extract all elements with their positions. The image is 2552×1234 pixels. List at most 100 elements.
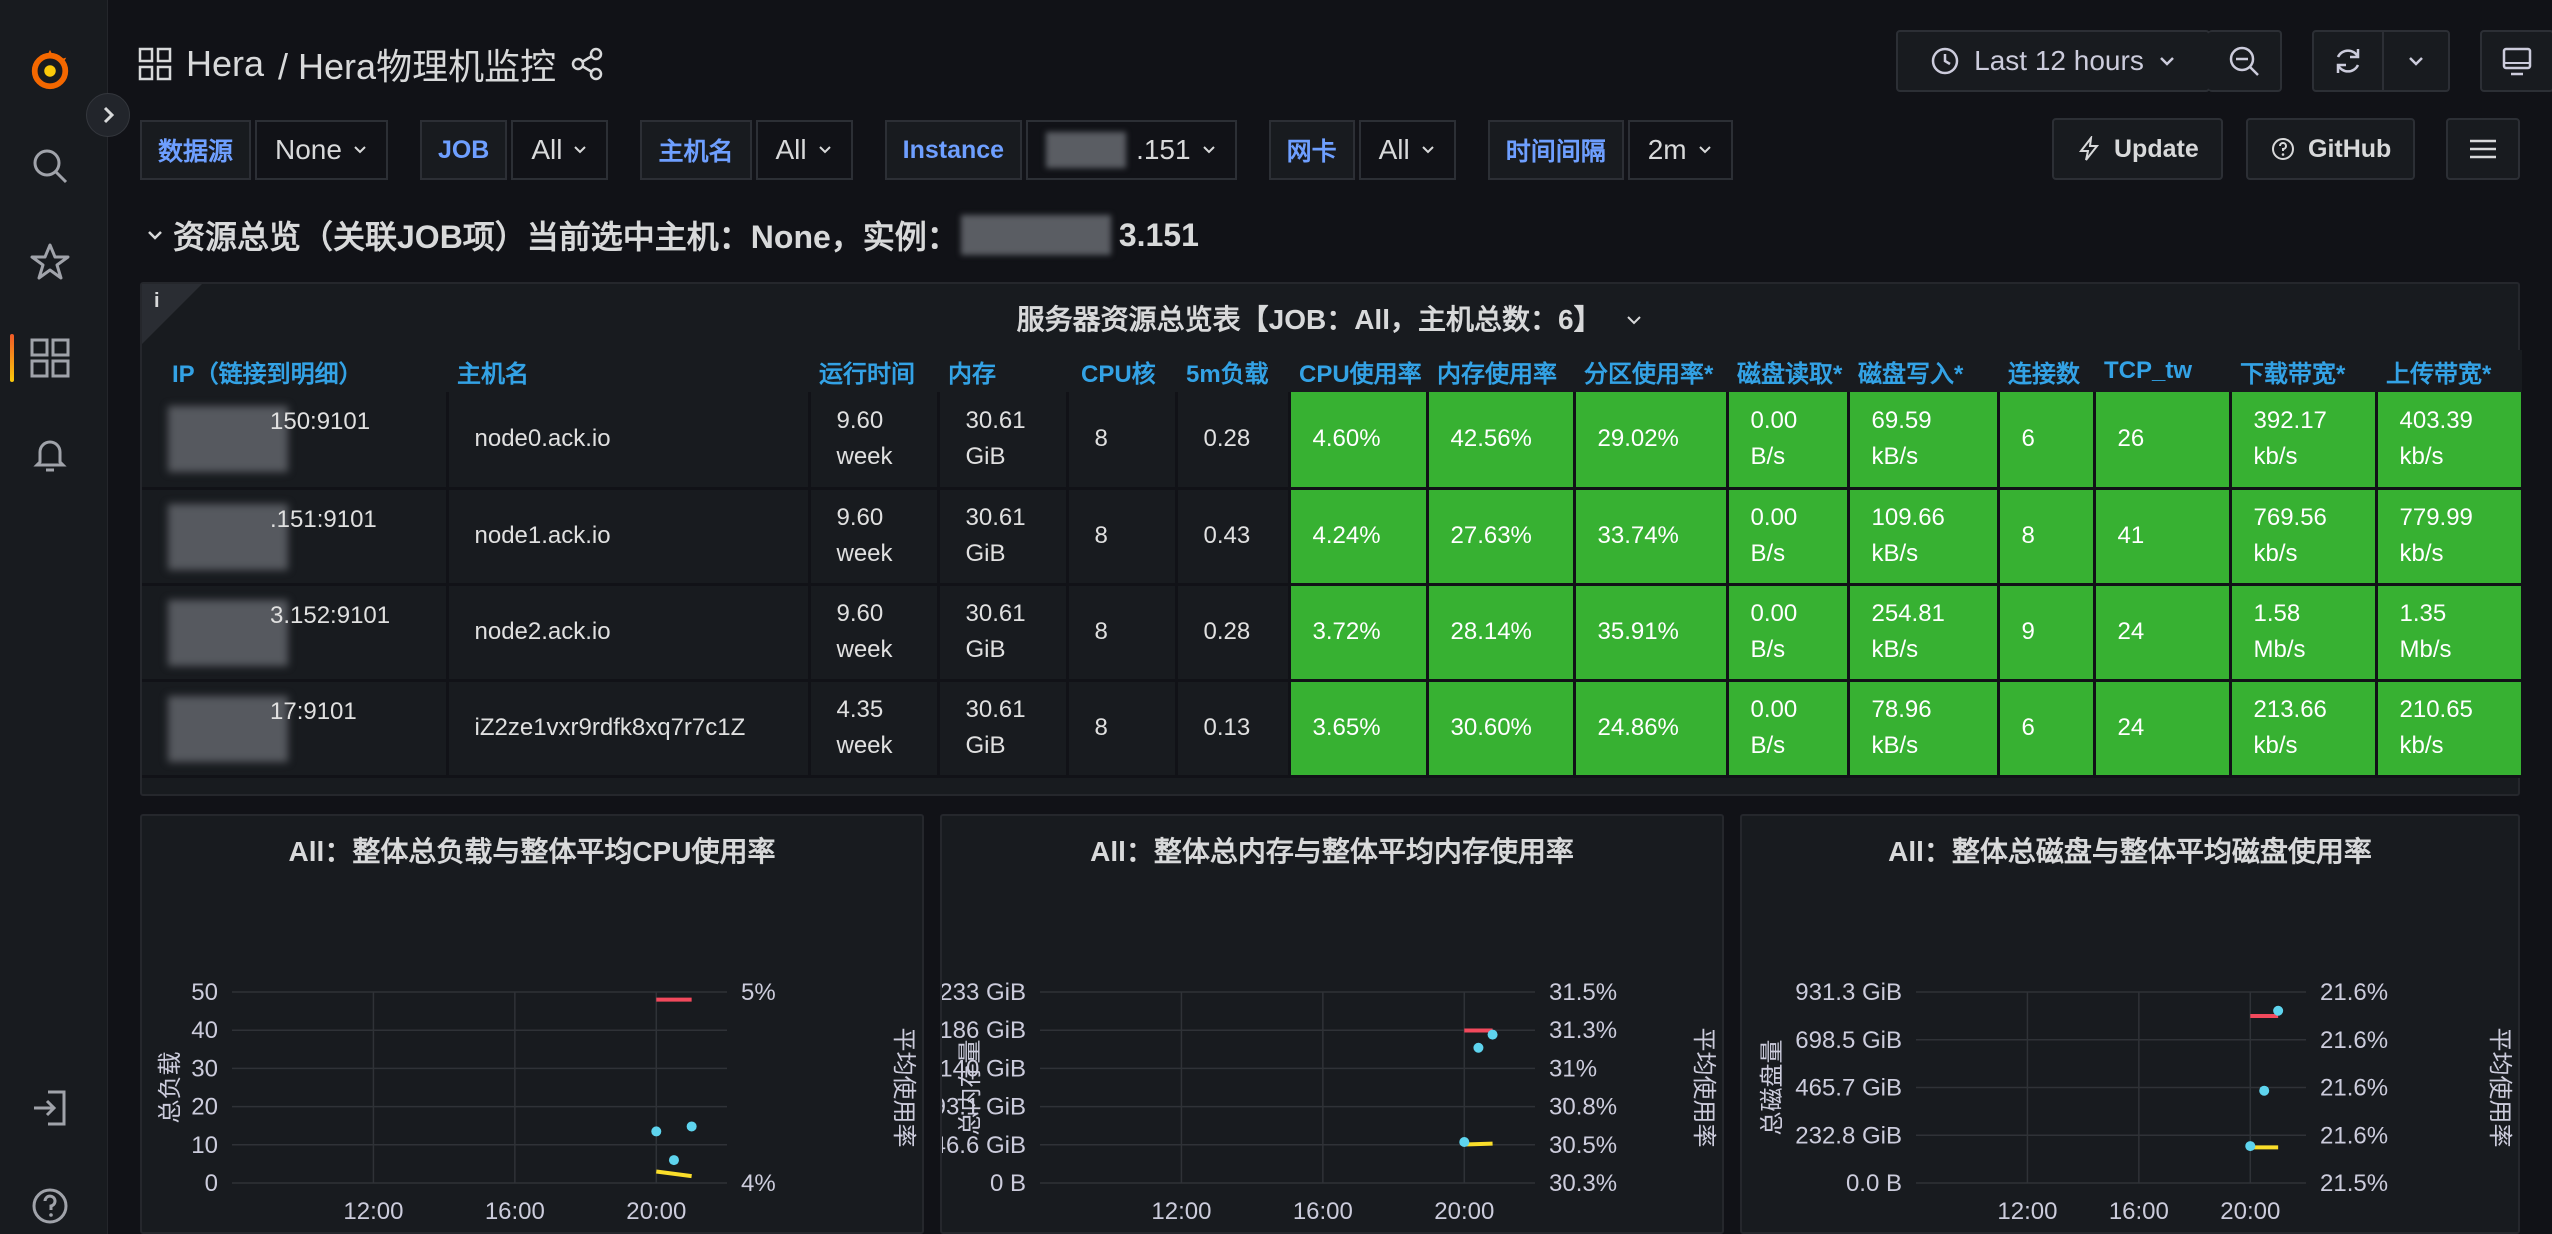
cell-value: 30.61 <box>965 504 1026 531</box>
cell-unit: B/s <box>1750 732 1786 759</box>
cell-mem_pct: 28.14% <box>1427 584 1576 682</box>
dashboard-grid-icon <box>138 47 172 81</box>
cell-value: 8 <box>1094 714 1108 741</box>
cell-conn: 8 <box>1998 488 2096 586</box>
cell-value: 41 <box>2117 522 2145 549</box>
col-header[interactable]: 连接数 <box>1998 350 2094 392</box>
search-icon[interactable] <box>28 144 72 188</box>
col-header[interactable]: 内存使用率 <box>1427 350 1574 392</box>
refresh-interval-dropdown[interactable] <box>2384 32 2448 90</box>
cell-mem: 30.61 GiB <box>938 392 1069 490</box>
cell-rd: 0.00 B/s <box>1727 488 1850 586</box>
col-header[interactable]: 磁盘读取* <box>1727 350 1848 392</box>
ip-link-cell[interactable]: .151:9101 <box>142 488 449 586</box>
y-axis-label: 总负载 <box>157 1052 184 1124</box>
cell-value: 0.28 <box>1203 425 1251 453</box>
tv-mode-button[interactable] <box>2482 32 2552 90</box>
cell-value: 69.59 <box>1871 407 1932 435</box>
y2-tick-label: 5% <box>741 979 776 1006</box>
dashboard-title[interactable]: / Hera物理机监控 <box>278 38 556 90</box>
dashboards-icon[interactable] <box>28 336 72 380</box>
data-point <box>1473 1042 1484 1053</box>
ip-link-cell[interactable]: 150:9101 <box>142 392 449 490</box>
chevron-down-icon <box>1421 146 1434 154</box>
col-header[interactable]: CPU使用率 <box>1289 350 1427 392</box>
cell-value: node0.ack.io <box>474 425 611 453</box>
ip-text[interactable]: .151:9101 <box>270 506 377 533</box>
cell-value: 33.74% <box>1597 522 1679 549</box>
zoom-out-button[interactable] <box>2208 32 2280 90</box>
y2-tick-label: 21.6% <box>2320 1075 2388 1102</box>
var-select-nic[interactable]: All <box>1358 120 1456 180</box>
cell-wr: 109.66 kB/s <box>1848 488 2000 586</box>
server-overview-table-panel: i 服务器资源总览表【JOB：All，主机总数：6】 IP（链接到明细） 主机名… <box>140 282 2524 796</box>
github-button[interactable]: GitHub <box>2246 118 2416 180</box>
cell-value: 0.00 <box>1750 600 1798 627</box>
var-value: All <box>775 134 807 165</box>
var-select-hostname[interactable]: All <box>755 120 853 180</box>
cell-value: 213.66 <box>2253 696 2327 723</box>
col-header[interactable]: 下载带宽* <box>2230 350 2376 392</box>
cell-unit: GiB <box>965 732 1006 759</box>
cell-value: 779.99 <box>2399 504 2473 531</box>
cell-tw: 24 <box>2094 680 2232 778</box>
cell-value: 26 <box>2117 425 2145 453</box>
var-select-job[interactable]: All <box>511 120 609 180</box>
help-icon[interactable] <box>28 1184 72 1228</box>
cell-value: 0.13 <box>1203 714 1251 741</box>
cell-value: 1.58 <box>2253 600 2301 627</box>
refresh-button[interactable] <box>2314 32 2384 90</box>
cell-value: 392.17 <box>2253 407 2327 435</box>
col-header[interactable]: TCP_tw <box>2094 350 2230 392</box>
ip-link-cell[interactable]: 17:9101 <box>142 680 449 778</box>
y-tick-label: 10 <box>191 1132 218 1159</box>
ip-link-cell[interactable]: 3.152:9101 <box>142 584 449 682</box>
cell-rd: 0.00 B/s <box>1727 584 1850 682</box>
cell-ul: 779.99 kb/s <box>2376 488 2524 586</box>
breadcrumb-folder[interactable]: Hera <box>186 43 264 85</box>
row-title-instance: 3.151 <box>1118 216 1199 253</box>
menu-button[interactable] <box>2446 118 2520 180</box>
col-header[interactable]: 内存 <box>938 350 1067 392</box>
var-label-datasource: 数据源 <box>140 120 252 180</box>
cell-value: 24 <box>2117 714 2145 741</box>
y-tick-label: 20 <box>191 1094 218 1121</box>
ip-text[interactable]: 17:9101 <box>270 698 357 725</box>
sidebar <box>0 0 108 1234</box>
sign-in-icon[interactable] <box>28 1086 72 1130</box>
update-button[interactable]: Update <box>2052 118 2223 180</box>
table-panel-title[interactable]: 服务器资源总览表【JOB：All，主机总数：6】 <box>142 298 2518 338</box>
grafana-logo-icon[interactable] <box>28 48 72 92</box>
col-header[interactable]: 5m负载 <box>1176 350 1289 392</box>
col-header[interactable]: 主机名 <box>447 350 809 392</box>
cell-uptime: 9.60 week <box>809 488 940 586</box>
var-select-datasource[interactable]: None <box>255 120 388 180</box>
var-select-interval[interactable]: 2m <box>1627 120 1733 180</box>
cell-unit: Mb/s <box>2399 636 2452 663</box>
cell-conn: 6 <box>1998 680 2096 778</box>
var-select-instance[interactable]: .151 <box>1026 120 1237 180</box>
cell-unit: kB/s <box>1871 636 1919 663</box>
alerting-bell-icon[interactable] <box>28 432 72 476</box>
cell-value: 24.86% <box>1597 714 1679 741</box>
y-tick-label: 232.8 GiB <box>1795 1122 1902 1149</box>
col-header[interactable]: CPU核 <box>1067 350 1176 392</box>
row-header[interactable]: 资源总览（关联JOB项）当前选中主机：None，实例： 3.151 <box>145 212 1199 258</box>
share-icon[interactable] <box>570 47 604 81</box>
ip-text[interactable]: 150:9101 <box>270 408 370 435</box>
col-header[interactable]: 磁盘写入* <box>1848 350 1998 392</box>
time-range-picker[interactable]: Last 12 hours <box>1898 32 2208 90</box>
col-header[interactable]: 上传带宽* <box>2376 350 2522 392</box>
cell-value: 9 <box>2021 618 2035 645</box>
cell-value: 3.65% <box>1312 714 1381 741</box>
starred-icon[interactable] <box>28 240 72 284</box>
cell-value: node1.ack.io <box>474 522 611 549</box>
col-header[interactable]: 分区使用率* <box>1574 350 1727 392</box>
data-point <box>2259 1085 2270 1096</box>
col-header[interactable]: 运行时间 <box>809 350 938 392</box>
col-header[interactable]: IP（链接到明细） <box>142 350 447 392</box>
ip-text[interactable]: 3.152:9101 <box>270 602 390 629</box>
var-value: All <box>531 134 563 165</box>
server-table: IP（链接到明细） 主机名 运行时间 内存 CPU核 5m负载 CPU使用率 内… <box>142 350 2524 778</box>
cell-cpu_pct: 4.60% <box>1289 392 1429 490</box>
